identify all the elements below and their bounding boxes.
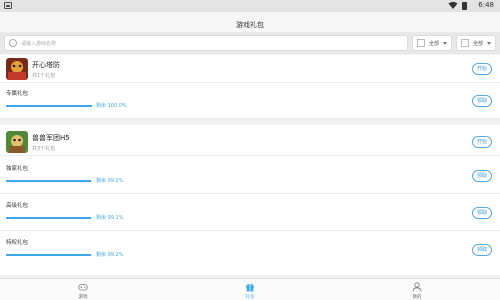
game-name: 开心塔防 <box>32 61 60 69</box>
search-icon <box>9 39 17 47</box>
start-game-button[interactable]: 开始 <box>472 63 492 75</box>
game-thumbnail <box>6 58 28 80</box>
status-bar: 6:48 <box>0 0 500 12</box>
remaining-progress-bar <box>6 217 92 219</box>
gamepad-icon <box>78 284 88 291</box>
battery-icon <box>462 2 467 10</box>
remaining-percent: 剩余 99.1% <box>96 215 124 221</box>
wifi-icon <box>448 1 458 9</box>
chevron-down-icon <box>443 42 447 45</box>
tab-label: 游戏 <box>78 295 88 300</box>
remaining-percent: 剩余 99.2% <box>96 252 124 258</box>
filter-dropdown-label: 全部 <box>429 41 440 47</box>
remaining-progress-fill <box>6 254 92 256</box>
gift-row: 独家礼包 剩余 99.2% 领取 <box>0 158 500 194</box>
gift-row: 特权礼包 剩余 99.2% 领取 <box>0 232 500 268</box>
remaining-progress-bar <box>6 180 92 182</box>
tab-gifts[interactable]: 礼包 <box>230 281 270 300</box>
gift-count: 共3个礼包 <box>32 146 56 152</box>
game-name: 兽兽军团H5 <box>32 134 70 142</box>
game-header[interactable]: 开心塔防 共1个礼包 开始 <box>0 55 500 83</box>
game-thumbnail <box>6 131 28 153</box>
gift-row: 专属礼包 剩余 100.0% 领取 <box>0 83 500 119</box>
tab-profile[interactable]: 我的 <box>397 281 437 300</box>
filter-dropdown-2[interactable]: 全部 <box>456 35 496 51</box>
gift-row: 高级礼包 剩余 99.1% 领取 <box>0 195 500 231</box>
claim-button[interactable]: 领取 <box>472 170 492 182</box>
tab-games[interactable]: 游戏 <box>63 281 103 300</box>
tab-label: 我的 <box>412 295 422 300</box>
page-title: 游戏礼包 <box>236 21 264 29</box>
claim-button[interactable]: 领取 <box>472 207 492 219</box>
game-header[interactable]: 兽兽军团H5 共3个礼包 开始 <box>0 128 500 156</box>
gift-name: 专属礼包 <box>6 91 29 97</box>
tab-label: 礼包 <box>245 295 255 300</box>
status-time: 6:48 <box>478 1 494 9</box>
claim-button[interactable]: 领取 <box>472 244 492 256</box>
remaining-progress-fill <box>6 217 92 219</box>
notification-app-icon <box>4 2 12 9</box>
search-placeholder: 请输入游戏名称 <box>21 41 57 47</box>
gift-count: 共1个礼包 <box>32 73 56 79</box>
remaining-progress-fill <box>6 105 92 107</box>
gift-name: 高级礼包 <box>6 203 29 209</box>
search-row: 请输入游戏名称 全部 全部 <box>0 32 500 54</box>
chevron-down-icon <box>487 42 491 45</box>
remaining-percent: 剩余 99.2% <box>96 178 124 184</box>
search-input[interactable]: 请输入游戏名称 <box>4 35 408 51</box>
gift-name: 独家礼包 <box>6 166 29 172</box>
filter-icon <box>417 39 425 47</box>
remaining-percent: 剩余 100.0% <box>96 103 127 109</box>
remaining-progress-fill <box>6 180 92 182</box>
bottom-tab-bar: 游戏 礼包 我的 <box>0 278 500 300</box>
title-bar: 游戏礼包 <box>0 12 500 32</box>
filter-dropdown-1[interactable]: 全部 <box>412 35 452 51</box>
gift-icon <box>246 283 254 292</box>
game-card: 开心塔防 共1个礼包 开始 专属礼包 剩余 100.0% 领取 <box>0 55 500 119</box>
start-game-button[interactable]: 开始 <box>472 136 492 148</box>
game-card: 兽兽军团H5 共3个礼包 开始 独家礼包 剩余 99.2% 领取 高级礼包 剩余… <box>0 125 500 275</box>
filter-dropdown-label: 全部 <box>473 41 484 47</box>
claim-button[interactable]: 领取 <box>472 95 492 107</box>
filter-icon <box>461 39 469 47</box>
user-icon <box>412 282 422 292</box>
remaining-progress-bar <box>6 105 92 107</box>
gift-name: 特权礼包 <box>6 240 29 246</box>
remaining-progress-bar <box>6 254 92 256</box>
